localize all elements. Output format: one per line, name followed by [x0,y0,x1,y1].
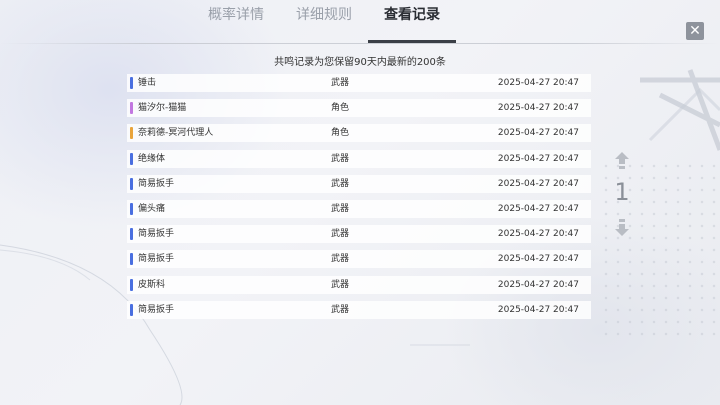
record-type: 武器 [331,153,350,164]
record-time: 2025-04-27 20:47 [497,153,579,164]
record-name: 皮斯科 [138,279,166,290]
record-notice: 共鸣记录为您保留90天内最新的200条 [274,57,446,68]
rarity-bar [130,303,133,316]
record-type: 武器 [331,304,350,315]
close-icon: ✕ [689,23,701,39]
record-type: 武器 [331,229,350,240]
record-time: 2025-04-27 20:47 [497,203,579,214]
record-type: 角色 [331,128,350,139]
record-row: 简易扳手 武器 2025-04-27 20:47 [127,300,591,319]
record-time: 2025-04-27 20:47 [497,279,579,290]
record-name: 奈莉德-冥河代理人 [138,128,214,139]
rarity-bar [130,102,133,115]
record-name: 简易扳手 [138,254,175,265]
record-time: 2025-04-27 20:47 [497,103,579,114]
tab-detailed-rules[interactable]: 详细规则 [293,0,355,30]
record-row: 简易扳手 武器 2025-04-27 20:47 [127,225,591,244]
record-name: 绝缘体 [138,153,166,164]
record-row: 绝缘体 武器 2025-04-27 20:47 [127,149,591,168]
record-time: 2025-04-27 20:47 [497,178,579,189]
record-type: 武器 [331,178,350,189]
rarity-bar [130,127,133,140]
record-time: 2025-04-27 20:47 [497,128,579,139]
record-name: 简易扳手 [138,178,175,189]
page-number: 1 [614,178,630,206]
record-row: 猫汐尔-猫猫 角色 2025-04-27 20:47 [127,99,591,118]
record-type: 武器 [331,254,350,265]
rarity-bar [130,77,133,89]
rarity-bar [130,253,133,266]
arrow-down-icon[interactable] [615,216,629,236]
tab-probability-details[interactable]: 概率详情 [205,0,267,30]
record-row: 简易扳手 武器 2025-04-27 20:47 [127,174,591,193]
record-time: 2025-04-27 20:47 [497,254,579,265]
record-row: 奈莉德-冥河代理人 角色 2025-04-27 20:47 [127,124,591,143]
record-name: 偏头痛 [138,203,166,214]
record-type: 武器 [331,78,350,88]
pagination: 1 [611,152,633,240]
record-time: 2025-04-27 20:47 [497,229,579,240]
record-type: 武器 [331,203,350,214]
rarity-bar [130,202,133,215]
arrow-up-icon[interactable] [615,152,629,172]
record-name: 简易扳手 [138,304,175,315]
record-list[interactable]: 锤击 武器 2025-04-27 20:47 猫汐尔-猫猫 角色 2025-04-27 2… [127,74,591,326]
record-name: 锤击 [138,78,157,88]
record-time: 2025-04-27 20:47 [497,78,579,88]
record-row: 偏头痛 武器 2025-04-27 20:47 [127,199,591,218]
rarity-bar [130,152,133,165]
record-name: 简易扳手 [138,229,175,240]
rarity-bar [130,278,133,291]
record-type: 角色 [331,103,350,114]
record-row: 简易扳手 武器 2025-04-27 20:47 [127,250,591,269]
tab-view-records[interactable]: 查看记录 [376,0,448,30]
close-button[interactable]: ✕ [686,22,704,40]
record-name: 猫汐尔-猫猫 [138,103,187,114]
record-type: 武器 [331,279,350,290]
record-row: 皮斯科 武器 2025-04-27 20:47 [127,275,591,294]
record-row: 锤击 武器 2025-04-27 20:47 [127,74,591,92]
rarity-bar [130,177,133,190]
rarity-bar [130,228,133,241]
tab-divider [0,43,720,44]
record-time: 2025-04-27 20:47 [497,304,579,315]
